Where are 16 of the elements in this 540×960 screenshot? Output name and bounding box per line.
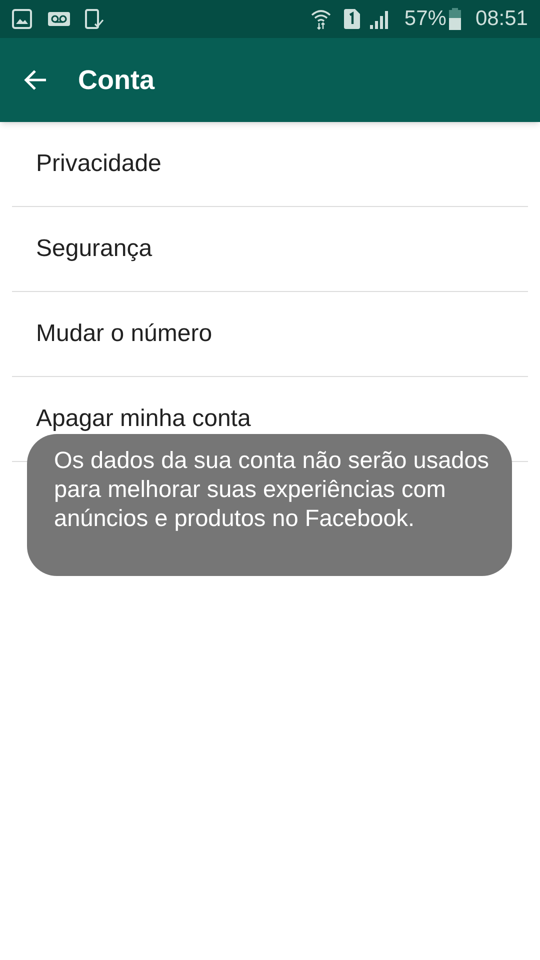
wifi-icon [310,8,332,30]
signal-icon [370,9,390,29]
clock: 08:51 [475,6,528,32]
sim-icon [344,9,360,29]
tablet-check-icon [84,9,104,29]
battery-percentage: 57% [404,6,446,32]
toast-text: Os dados da sua conta não serão usados para melhorar suas experiências com anúncios e produtos no Facebook. [54,446,490,533]
menu-item[interactable]: Segurança [36,231,152,267]
screen-title: Conta [78,64,154,97]
back-arrow-icon [24,68,48,92]
menu-item[interactable]: Apagar minha conta [36,401,251,437]
voicemail-icon [48,12,70,26]
menu-item[interactable]: Privacidade [36,146,162,182]
menu-item[interactable]: Mudar o número [36,316,212,352]
battery-icon [449,8,462,30]
gallery-icon [12,9,32,29]
